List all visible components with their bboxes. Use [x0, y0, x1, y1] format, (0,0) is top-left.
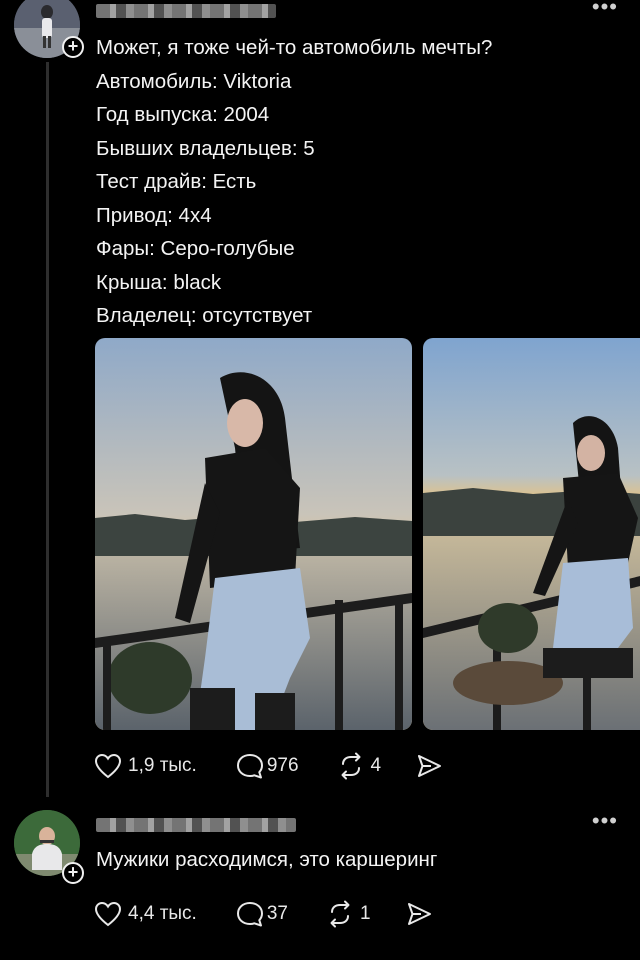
comment-count: 976 — [266, 755, 299, 776]
reply-author-name-blurred[interactable] — [96, 818, 296, 832]
heart-icon — [94, 753, 122, 779]
more-dots-icon[interactable]: ••• — [592, 0, 618, 18]
like-button[interactable]: 4,4 тыс. — [94, 901, 197, 927]
post-line: Привод: 4х4 — [96, 203, 212, 227]
comment-bubble-icon — [236, 902, 263, 927]
repost-count: 4 — [370, 755, 382, 776]
repost-icon — [341, 752, 361, 780]
reply-actions: 4,4 тыс. 37 1 — [94, 900, 433, 928]
photo-woman-by-lake — [95, 338, 412, 730]
reply-text: Мужики расходимся, это каршеринг — [96, 848, 438, 871]
repost-icon — [330, 900, 350, 928]
post-photo-1[interactable] — [95, 338, 412, 730]
photo-woman-by-lake-2 — [423, 338, 640, 730]
share-button[interactable] — [415, 753, 443, 779]
post-line: Фары: Серо-голубые — [96, 237, 295, 260]
thread-line — [46, 62, 49, 797]
comment-count: 37 — [266, 903, 288, 924]
like-count: 4,4 тыс. — [128, 903, 197, 924]
post-author-name-blurred[interactable] — [96, 4, 276, 18]
post-text: Может, я тоже чей-то автомобиль мечты? А… — [96, 31, 492, 333]
repost-button[interactable]: 1 — [326, 900, 371, 928]
post-line: Может, я тоже чей-то автомобиль мечты? — [96, 36, 493, 59]
like-count: 1,9 тыс. — [128, 755, 197, 776]
send-icon — [418, 755, 442, 777]
repost-button[interactable]: 4 — [337, 752, 382, 780]
follow-plus-icon[interactable]: + — [62, 36, 84, 58]
comment-button[interactable]: 976 — [235, 752, 299, 780]
post-line: Крыша: black — [96, 270, 222, 294]
heart-icon — [94, 901, 122, 927]
repost-count: 1 — [359, 903, 371, 924]
more-dots-icon[interactable]: ••• — [592, 810, 618, 832]
post-actions: 1,9 тыс. 976 4 — [94, 752, 443, 780]
comment-button[interactable]: 37 — [235, 900, 288, 928]
post-line: Владелец: отсутствует — [96, 304, 313, 327]
post-photo-2[interactable] — [423, 338, 640, 730]
send-icon — [407, 903, 431, 925]
comment-bubble-icon — [236, 754, 263, 779]
like-button[interactable]: 1,9 тыс. — [94, 753, 197, 779]
post-line: Бывших владельцев: 5 — [96, 136, 315, 160]
follow-plus-icon[interactable]: + — [62, 862, 84, 884]
post-line: Год выпуска: 2004 — [96, 103, 270, 126]
post-line: Тест драйв: Есть — [96, 170, 257, 193]
share-button[interactable] — [405, 901, 433, 927]
post-line: Автомобиль: Viktoria — [96, 69, 292, 93]
